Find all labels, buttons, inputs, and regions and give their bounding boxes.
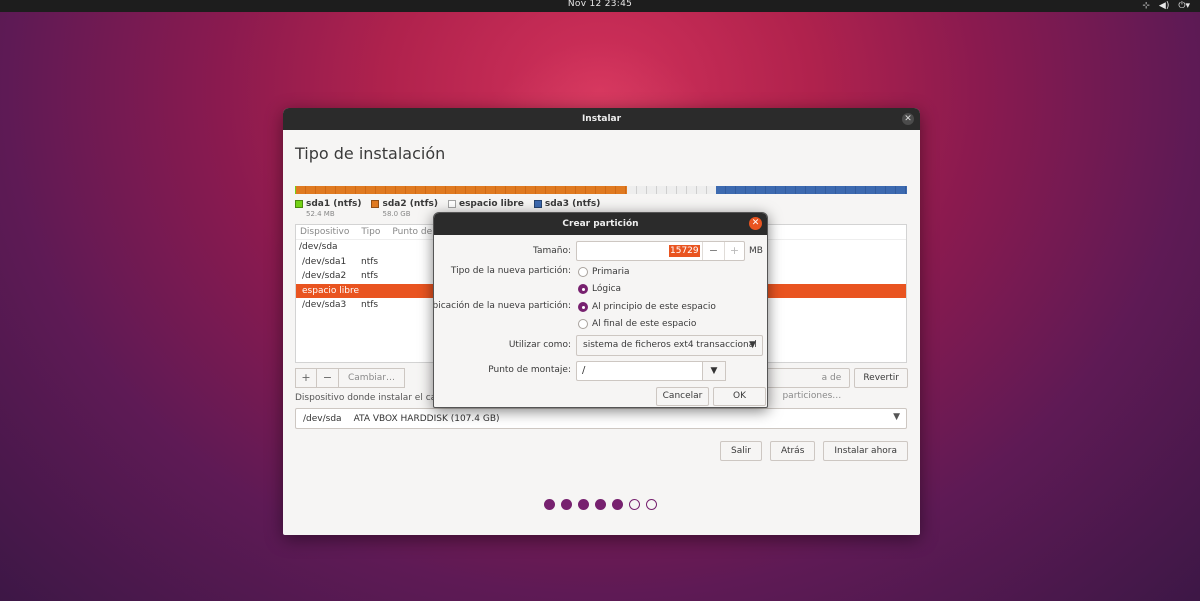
clock[interactable]: Nov 12 23:45 (0, 0, 1200, 9)
boot-device-select[interactable]: /dev/sda ATA VBOX HARDDISK (107.4 GB) ▼ (295, 408, 907, 429)
radio-unchecked-icon (578, 319, 588, 329)
top-bar: Nov 12 23:45 ⊹ ◀) ⏻▾ (0, 0, 1200, 12)
radio-label: Primaria (592, 267, 630, 277)
use-as-value: sistema de ficheros ext4 transaccional (583, 340, 757, 350)
network-icon[interactable]: ⊹ (1142, 0, 1150, 12)
table-toolbar: + − Cambiar… (295, 368, 405, 388)
system-tray[interactable]: ⊹ ◀) ⏻▾ (1142, 0, 1190, 12)
ok-button[interactable]: OK (713, 387, 766, 406)
legend-swatch (295, 200, 303, 208)
column-header[interactable]: Dispositivo (300, 227, 349, 237)
close-icon[interactable]: ✕ (902, 113, 914, 125)
close-icon[interactable]: ✕ (749, 217, 762, 230)
change-partition-button[interactable]: Cambiar… (339, 368, 405, 388)
legend-name: sda3 (ntfs) (544, 199, 601, 209)
chevron-down-icon: ▼ (749, 340, 756, 350)
radio-label: Al principio de este espacio (592, 302, 716, 312)
radio-checked-icon (578, 284, 588, 294)
boot-device-description: ATA VBOX HARDDISK (107.4 GB) (353, 413, 500, 424)
row-device: espacio libre (302, 285, 360, 296)
chevron-down-icon: ▼ (710, 366, 718, 376)
use-as-select[interactable]: sistema de ficheros ext4 transaccional ▼ (576, 335, 763, 356)
column-header[interactable]: Punto de (392, 227, 432, 237)
row-type: ntfs (361, 271, 379, 282)
navigation-buttons: Salir Atrás Instalar ahora (720, 441, 908, 461)
add-partition-button[interactable]: + (295, 368, 317, 388)
new-partition-table-button[interactable]: a de particiones… (754, 368, 851, 401)
legend-size: 58.0 GB (382, 210, 411, 218)
back-button[interactable]: Atrás (769, 441, 816, 461)
row-device: /dev/sda2 (302, 271, 347, 282)
size-input[interactable]: 15729 − + (576, 241, 745, 261)
legend-swatch (533, 200, 542, 208)
mount-point-dropdown-button[interactable]: ▼ (703, 361, 726, 381)
radio-label: Al final de este espacio (592, 319, 697, 329)
radio-label: Lógica (592, 284, 622, 294)
legend-item: sda2 (ntfs) 58.0 GB (371, 199, 438, 218)
use-as-label: Utilizar como: (508, 340, 571, 350)
revert-button[interactable]: Revertir (854, 368, 908, 388)
legend-name: sda1 (ntfs) (306, 199, 362, 209)
legend-name: sda2 (ntfs) (382, 199, 438, 209)
progress-dot-empty (629, 499, 640, 510)
chevron-down-icon: ▼ (893, 412, 900, 422)
table-actions: a de particiones… Revertir (754, 368, 908, 401)
radio-location-start[interactable]: Al principio de este espacio (578, 302, 716, 312)
legend-name: espacio libre (458, 199, 524, 209)
boot-loader-label: Dispositivo donde instalar el carg (295, 393, 446, 403)
window-title: Instalar (581, 114, 622, 124)
progress-dots (544, 499, 657, 510)
row-device: /dev/sda (299, 242, 338, 253)
install-now-button[interactable]: Instalar ahora (823, 441, 908, 461)
cancel-button[interactable]: Cancelar (656, 387, 709, 406)
radio-logical[interactable]: Lógica (578, 284, 621, 294)
page-title: Tipo de instalación (295, 144, 446, 163)
legend-size: 52.4 MB (306, 210, 335, 218)
size-value[interactable]: 15729 (669, 245, 700, 257)
size-unit: MB (749, 246, 763, 256)
window-titlebar: Instalar ✕ (283, 108, 920, 130)
progress-dot-empty (646, 499, 657, 510)
row-type: ntfs (361, 256, 379, 267)
progress-dot-filled (544, 499, 555, 510)
remove-partition-button[interactable]: − (317, 368, 339, 388)
partition-type-label: Tipo de la nueva partición: (450, 266, 571, 276)
boot-device-name: /dev/sda (303, 413, 342, 424)
partition-location-label: Ubicación de la nueva partición: (433, 301, 571, 311)
dialog-titlebar: Crear partición ✕ (434, 213, 767, 235)
size-decrement-button[interactable]: − (702, 242, 724, 260)
radio-primary[interactable]: Primaria (578, 267, 629, 277)
quit-button[interactable]: Salir (720, 441, 762, 461)
radio-location-end[interactable]: Al final de este espacio (578, 319, 696, 329)
progress-dot-filled (612, 499, 623, 510)
volume-icon[interactable]: ◀) (1159, 0, 1169, 12)
column-header[interactable]: Tipo (361, 227, 380, 237)
radio-unchecked-icon (578, 267, 588, 277)
create-partition-dialog: Crear partición ✕ Tamaño: 15729 − + MB T… (433, 212, 768, 408)
row-device: /dev/sda1 (302, 256, 347, 267)
partition-bar-sda2 (296, 186, 627, 194)
row-type: ntfs (361, 300, 379, 311)
legend-item: sda1 (ntfs) 52.4 MB (295, 199, 361, 218)
legend-swatch (371, 200, 380, 208)
legend-swatch (447, 200, 456, 208)
size-label: Tamaño: (532, 246, 571, 256)
size-increment-button[interactable]: + (724, 242, 744, 260)
partition-bar-sda3 (716, 186, 907, 194)
mount-point-input[interactable]: / (576, 361, 703, 381)
partition-bar-free (627, 186, 716, 194)
progress-dot-filled (578, 499, 589, 510)
partition-bar (295, 186, 907, 194)
mount-point-label: Punto de montaje: (488, 365, 571, 375)
dialog-title: Crear partición (562, 219, 639, 229)
radio-checked-icon (578, 302, 588, 312)
power-icon[interactable]: ⏻▾ (1178, 0, 1190, 12)
progress-dot-filled (561, 499, 572, 510)
progress-dot-filled (595, 499, 606, 510)
row-device: /dev/sda3 (302, 300, 347, 311)
